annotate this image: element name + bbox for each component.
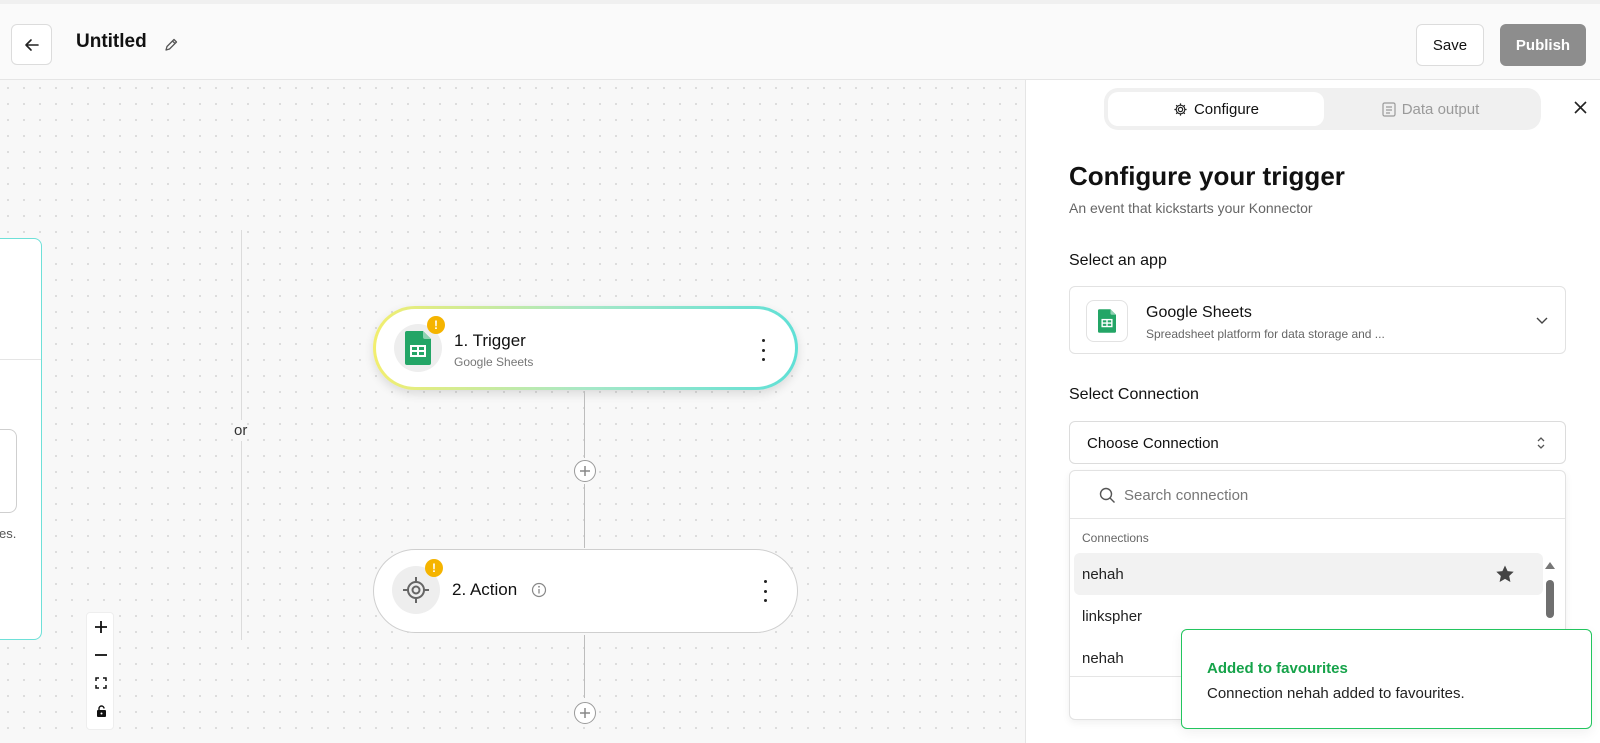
search-icon	[1099, 487, 1115, 503]
zoom-in-button[interactable]	[87, 613, 115, 641]
document-icon	[1382, 101, 1396, 117]
warning-badge: !	[425, 559, 443, 577]
connector-line	[584, 391, 585, 458]
connector-line	[584, 635, 585, 698]
minus-icon	[95, 654, 107, 656]
plus-icon	[95, 621, 107, 633]
connection-select-value: Choose Connection	[1087, 435, 1219, 452]
plus-icon	[580, 708, 590, 718]
zoom-out-button[interactable]	[87, 641, 115, 669]
google-sheets-icon	[405, 331, 431, 365]
or-label: or	[234, 420, 248, 441]
favourite-toast: Added to favourites Connection nehah add…	[1181, 629, 1592, 729]
more-vertical-icon[interactable]	[759, 580, 771, 602]
star-filled-icon[interactable]	[1495, 564, 1515, 584]
fit-view-button[interactable]	[87, 669, 115, 697]
select-connection-label: Select Connection	[1069, 386, 1199, 403]
toast-title: Added to favourites	[1207, 660, 1348, 677]
trigger-node[interactable]: ! 1. Trigger Google Sheets	[373, 306, 798, 390]
add-step-button[interactable]	[574, 702, 596, 724]
trigger-node-title: 1. Trigger	[454, 331, 526, 350]
back-button[interactable]	[11, 24, 52, 65]
tab-data-output-label: Data output	[1401, 100, 1480, 118]
close-panel-button[interactable]	[1571, 98, 1589, 116]
connection-search-row	[1070, 471, 1565, 519]
connection-search-input[interactable]	[1124, 483, 1524, 507]
app-description: Spreadsheet platform for data storage an…	[1146, 327, 1385, 341]
card-textarea[interactable]	[0, 429, 17, 513]
scrollbar-thumb[interactable]	[1546, 580, 1554, 618]
tab-data-output[interactable]: Data output	[1324, 92, 1537, 126]
more-vertical-icon[interactable]	[757, 339, 769, 361]
gear-icon	[1174, 102, 1187, 116]
google-sheets-icon	[1098, 309, 1116, 333]
zoom-controls	[86, 612, 114, 730]
target-icon	[403, 577, 429, 603]
publish-button[interactable]: Publish	[1500, 24, 1586, 66]
panel-subtitle: An event that kickstarts your Konnector	[1069, 200, 1313, 216]
action-node[interactable]: ! 2. Action	[373, 549, 798, 633]
save-button[interactable]: Save	[1416, 24, 1484, 66]
info-icon[interactable]	[531, 582, 547, 598]
card-text-fragment: es.	[0, 526, 17, 541]
fullscreen-icon	[95, 677, 107, 689]
connections-group-label: Connections	[1082, 531, 1149, 545]
connection-option-label: nehah	[1082, 649, 1124, 667]
workflow-title: Untitled	[76, 31, 147, 52]
connection-option-label: nehah	[1082, 565, 1124, 583]
connection-option-label: linkspher	[1082, 607, 1143, 625]
action-node-title: 2. Action	[452, 580, 518, 599]
toast-message: Connection nehah added to favourites.	[1207, 685, 1465, 702]
chevron-down-icon	[1536, 317, 1548, 324]
chevron-updown-icon	[1537, 437, 1545, 449]
tab-configure-label: Configure	[1193, 100, 1260, 118]
card-divider	[0, 359, 41, 360]
pencil-icon[interactable]	[163, 37, 179, 53]
warning-badge: !	[427, 316, 445, 334]
panel-tabs: Configure Data output	[1104, 88, 1541, 130]
trigger-node-subtitle: Google Sheets	[454, 355, 534, 369]
partial-side-card: ◢ es.	[0, 238, 42, 640]
arrow-left-icon	[24, 38, 39, 51]
close-icon	[1573, 100, 1587, 114]
app-name: Google Sheets	[1146, 304, 1252, 321]
connection-option[interactable]: nehah	[1074, 553, 1543, 595]
panel-title: Configure your trigger	[1069, 161, 1345, 191]
lock-icon	[96, 705, 106, 717]
connector-line	[584, 484, 585, 548]
plus-icon	[580, 466, 590, 476]
select-app-label: Select an app	[1069, 252, 1167, 269]
scroll-up-arrow-icon[interactable]	[1544, 560, 1556, 570]
app-select[interactable]: Google Sheets Spreadsheet platform for d…	[1069, 286, 1566, 354]
lock-button[interactable]	[87, 697, 115, 725]
connection-select[interactable]: Choose Connection	[1069, 421, 1566, 464]
workflow-canvas[interactable]: ◢ es. or ! 1. Trigger Google Sheets	[0, 80, 1025, 743]
tab-configure[interactable]: Configure	[1108, 92, 1324, 126]
add-step-button[interactable]	[574, 460, 596, 482]
app-icon-box	[1086, 300, 1128, 342]
top-header: Untitled Save Publish	[0, 0, 1600, 80]
